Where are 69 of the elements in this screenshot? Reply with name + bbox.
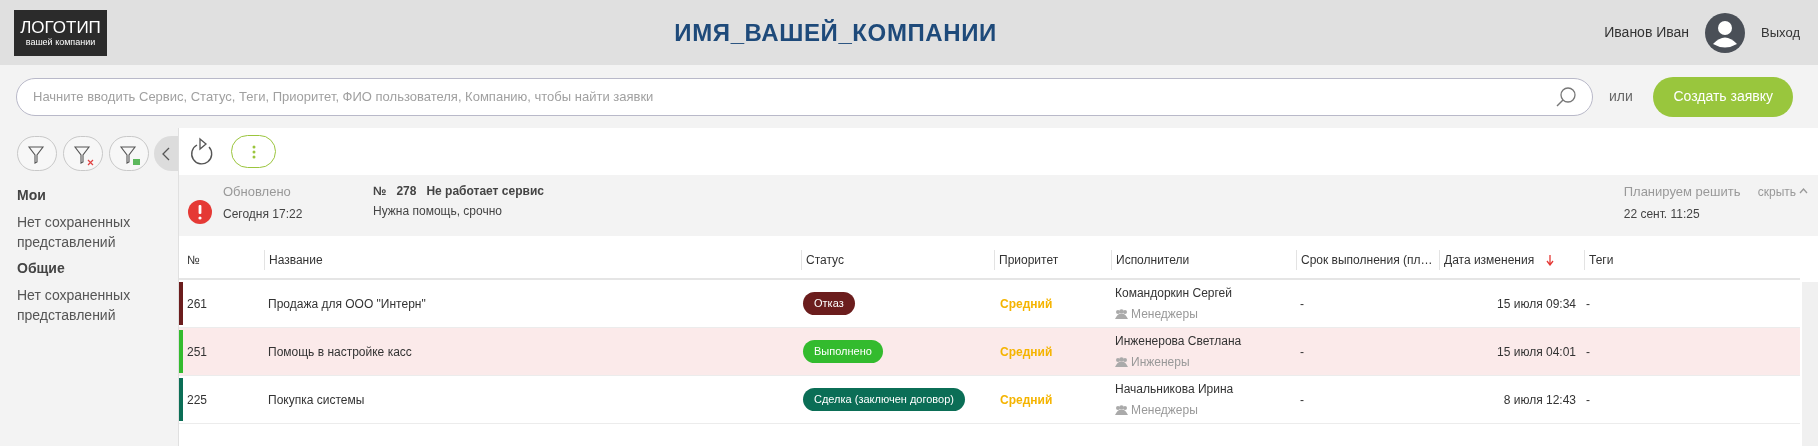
column-header[interactable]: Приоритет <box>999 251 1059 269</box>
number-label: № <box>373 183 387 200</box>
or-label: или <box>1609 87 1633 106</box>
table-cell: - <box>1300 296 1304 311</box>
company-title: ИМЯ_ВАШЕЙ_КОМПАНИИ <box>674 17 997 48</box>
priority-label: Средний <box>1000 296 1053 311</box>
table-cell: 261 <box>187 296 208 311</box>
plan-value: 22 сент. 11:25 <box>1623 206 1701 223</box>
priority-label: Средний <box>1000 344 1053 359</box>
section-title: Мои <box>17 186 47 205</box>
assignee-name: Инженерова Светлана <box>1115 333 1243 350</box>
table-cell: 251 <box>187 344 208 359</box>
column-header[interactable]: Дата изменения <box>1444 251 1555 269</box>
priority-label: Средний <box>1000 392 1053 407</box>
group-name: Менеджеры <box>1131 306 1198 323</box>
table-cell: Покупка системы <box>268 392 365 407</box>
table-cell: 15 июля 09:34 <box>1497 296 1576 311</box>
status-badge: Выполнено <box>803 340 883 363</box>
user-name: Иванов Иван <box>1604 23 1690 42</box>
ticket-number: 278 <box>396 183 417 200</box>
table-cell: 225 <box>187 392 208 407</box>
chevron-up-icon[interactable] <box>1799 187 1808 196</box>
table-cell: Продажа для ООО "Интерн" <box>268 296 426 311</box>
collapse-sidebar-button[interactable] <box>154 136 178 171</box>
group-icon <box>1115 405 1128 415</box>
table-cell: - <box>1586 344 1590 359</box>
group-icon <box>1115 357 1128 367</box>
alert-icon <box>188 200 212 224</box>
table-cell: Помощь в настройке касс <box>268 344 412 359</box>
column-header[interactable]: Статус <box>806 251 844 269</box>
column-header[interactable]: Теги <box>1589 251 1614 269</box>
chevron-left-icon[interactable] <box>161 145 171 162</box>
logout-link[interactable]: Выход <box>1761 22 1800 43</box>
updated-label: Обновлено <box>223 183 292 201</box>
ticket-subject: Не работает сервис <box>426 183 544 200</box>
status-badge: Сделка (заключен договор) <box>803 388 965 411</box>
group-name: Инженеры <box>1131 354 1190 371</box>
table-cell: - <box>1300 392 1304 407</box>
status-badge: Отказ <box>803 292 855 315</box>
table-row[interactable]: 251 Помощь в настройке касс Выполнено Средний Инженерова Светлана Инженеры - 15 июля 04:01 - <box>179 328 1800 376</box>
column-header[interactable]: № <box>187 251 200 269</box>
refresh-icon[interactable] <box>189 136 215 167</box>
updated-value: Сегодня 17:22 <box>223 206 304 223</box>
table-cell: - <box>1586 296 1590 311</box>
section-title: Общие <box>17 259 66 278</box>
table-cell: 8 июля 12:43 <box>1503 392 1576 407</box>
table-row[interactable]: 225 Покупка системы Сделка (заключен договор) Средний Начальникова Ирина Менеджеры - 8 июля 12:43 - <box>179 376 1800 424</box>
group-icon <box>1115 309 1128 319</box>
company-logo: ЛОГОТИП вашей компании <box>14 9 107 56</box>
filter-button[interactable] <box>17 136 57 171</box>
ticket-description: Нужна помощь, срочно <box>373 203 503 220</box>
avatar-icon[interactable] <box>1705 12 1746 53</box>
empty-views-text: Нет сохраненных представлений <box>17 286 132 325</box>
filter-save-button[interactable] <box>109 136 149 171</box>
sort-arrow-icon[interactable] <box>1546 254 1555 266</box>
assignee-name: Начальникова Ирина <box>1115 381 1235 398</box>
table-cell: - <box>1300 344 1304 359</box>
column-header[interactable]: Срок выполнения (пл… <box>1301 251 1433 269</box>
table-row[interactable]: 261 Продажа для ООО "Интерн" Отказ Средний Командоркин Сергей Менеджеры - 15 июля 09:34 - <box>179 280 1800 328</box>
assignee-name: Командоркин Сергей <box>1115 285 1233 302</box>
filter-clear-button[interactable] <box>63 136 103 171</box>
search-field[interactable]: Начните вводить Сервис, Статус, Теги, Приоритет, ФИО пользователя, Компанию, чтобы найти заявки <box>16 77 1593 116</box>
table-cell: - <box>1586 392 1590 407</box>
search-icon[interactable] <box>1555 85 1577 108</box>
column-header[interactable]: Название <box>269 251 323 269</box>
group-name: Менеджеры <box>1131 402 1198 419</box>
table-cell: 15 июля 04:01 <box>1497 344 1576 359</box>
empty-views-text: Нет сохраненных представлений <box>17 213 132 252</box>
column-header[interactable]: Исполнители <box>1116 251 1190 269</box>
